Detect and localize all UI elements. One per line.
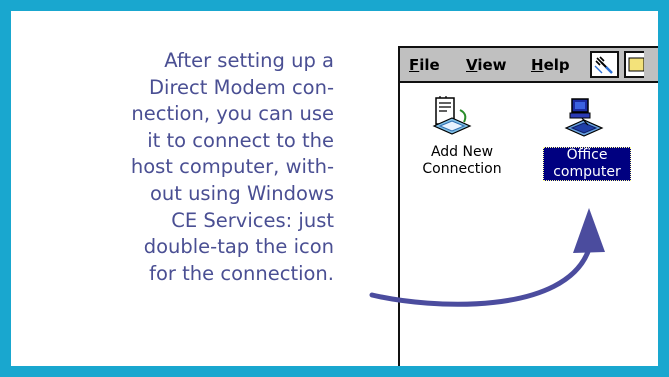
- connect-toolbar-button[interactable]: [590, 51, 619, 78]
- add-connection-icon[interactable]: [430, 96, 474, 140]
- caption-text: After setting up a Direct Modem con- nec…: [130, 49, 334, 285]
- office-computer-label[interactable]: Office computer: [543, 147, 631, 181]
- add-new-connection-label[interactable]: Add New Connection: [414, 144, 510, 178]
- plug-icon: [594, 56, 613, 74]
- menu-view[interactable]: View: [466, 56, 507, 74]
- folder-icon: [628, 57, 645, 72]
- office-computer-icon[interactable]: [562, 98, 606, 142]
- menu-help[interactable]: Help: [531, 56, 570, 74]
- menu-file[interactable]: File: [409, 56, 440, 74]
- menu-bar: File View Help: [400, 48, 658, 83]
- folder-toolbar-button[interactable]: [624, 51, 645, 78]
- connections-window: File View Help Add New Connection Office…: [398, 46, 658, 366]
- content-panel: After setting up a Direct Modem con- nec…: [11, 11, 658, 366]
